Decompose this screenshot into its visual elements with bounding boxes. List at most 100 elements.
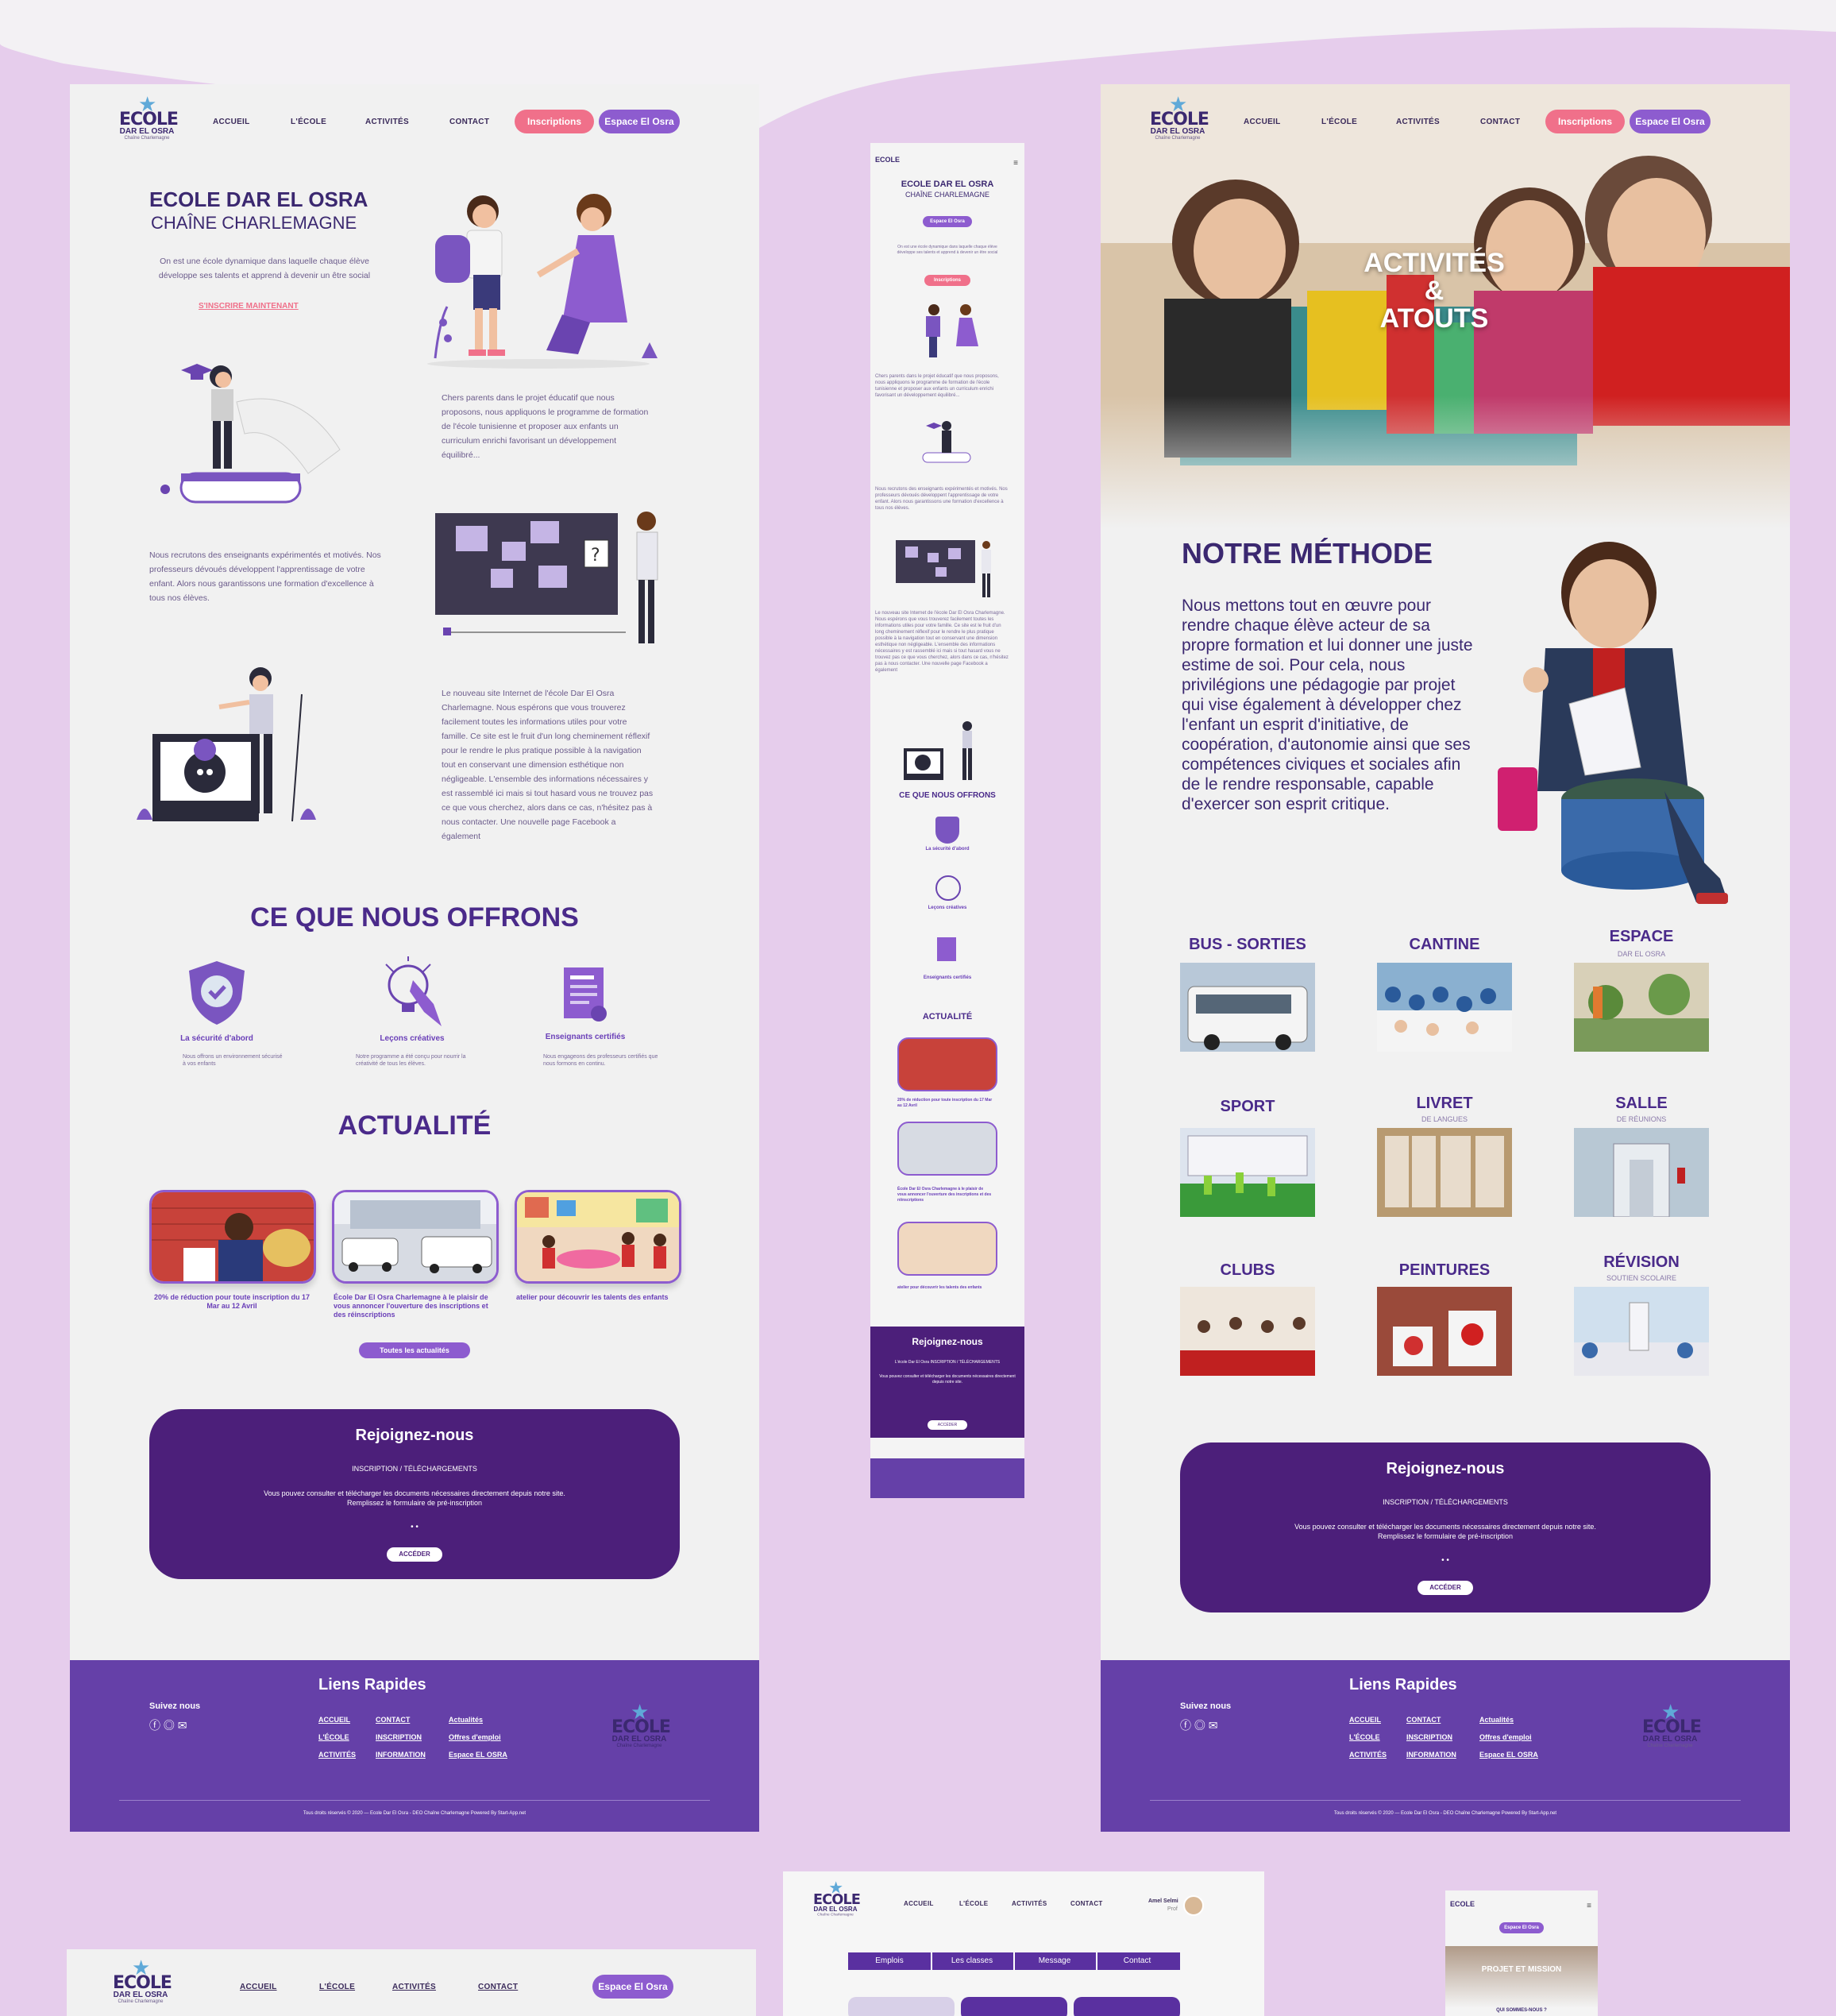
espace-button[interactable]: Espace El Osra [592, 1975, 673, 1999]
dashboard-card-3[interactable] [1074, 1997, 1180, 2016]
nav-ecole[interactable]: L'ÉCOLE [291, 118, 326, 126]
logo[interactable]: ★ ECOLE DAR EL OSRA Chaîne Charlemagne [119, 94, 179, 145]
nav-accueil[interactable]: ACCUEIL [213, 118, 250, 126]
facebook-icon[interactable]: ⓕ [149, 1719, 160, 1732]
instagram-icon[interactable]: ◎ [164, 1719, 175, 1732]
salle-photo[interactable] [1574, 1128, 1709, 1217]
tab-message[interactable]: Message [1013, 1952, 1097, 1970]
news-card-1[interactable] [149, 1190, 316, 1284]
nav-contact[interactable]: CONTACT [1070, 1900, 1103, 1907]
footer-link-inscription[interactable]: INSCRIPTION [1406, 1733, 1452, 1741]
footer-divider [1150, 1800, 1741, 1801]
nav-accueil[interactable]: ACCUEIL [904, 1900, 934, 1907]
user-avatar[interactable] [1183, 1895, 1204, 1916]
nav-activites[interactable]: ACTIVITÉS [1012, 1900, 1047, 1907]
nav-accueil[interactable]: ACCUEIL [240, 1983, 277, 1991]
footer-link-inscription[interactable]: INSCRIPTION [376, 1733, 422, 1741]
dashboard-card-1[interactable] [848, 1997, 955, 2016]
news-caption-2[interactable]: École Dar El Osra Charlemagne à le plais… [334, 1293, 496, 1319]
mobile-espace-button[interactable]: Espace El Osra [1499, 1922, 1544, 1933]
logo[interactable]: ★ ECOLE DAR EL OSRA Chaîne Charlemagne [1150, 94, 1209, 145]
mobile-news-caption-1[interactable]: 20% de réduction pour toute inscription … [897, 1098, 993, 1109]
logo[interactable]: ★ ECOLE DAR EL OSRA Chaîne Charlemagne [113, 1957, 172, 2008]
mail-icon[interactable]: ✉ [178, 1719, 187, 1732]
menu-icon[interactable]: ≡ [1013, 159, 1018, 168]
footer-link-ecole[interactable]: L'ÉCOLE [318, 1733, 349, 1741]
espace-button[interactable]: Espace El Osra [1630, 110, 1711, 133]
all-news-button[interactable]: Toutes les actualités [359, 1342, 470, 1358]
bus-photo[interactable] [1180, 963, 1315, 1052]
espace-photo[interactable] [1574, 963, 1709, 1052]
nav-activites[interactable]: ACTIVITÉS [392, 1983, 436, 1991]
news-card-3[interactable] [515, 1190, 681, 1284]
nav-contact[interactable]: CONTACT [449, 118, 489, 126]
dashboard-tabs: Emplois Les classes Message Contact [848, 1952, 1180, 1970]
join-access-button[interactable]: ACCÉDER [1418, 1581, 1473, 1595]
join-title: Rejoignez-nous [1386, 1460, 1505, 1477]
espace-button[interactable]: Espace El Osra [599, 110, 680, 133]
home-intro: On est une école dynamique dans laquelle… [158, 257, 371, 280]
footer-link-information[interactable]: INFORMATION [1406, 1751, 1456, 1759]
footer-link-contact[interactable]: CONTACT [376, 1716, 410, 1724]
facebook-icon[interactable]: ⓕ [1180, 1719, 1191, 1732]
inscriptions-button[interactable]: Inscriptions [515, 110, 594, 133]
peintures-photo[interactable] [1377, 1287, 1512, 1376]
nav-accueil[interactable]: ACCUEIL [1244, 118, 1281, 126]
tab-classes[interactable]: Les classes [931, 1952, 1015, 1970]
nav-ecole[interactable]: L'ÉCOLE [959, 1900, 988, 1907]
footer-link-contact[interactable]: CONTACT [1406, 1716, 1441, 1724]
footer-link-emploi[interactable]: Offres d'emploi [449, 1733, 501, 1741]
nav-activites[interactable]: ACTIVITÉS [1396, 118, 1440, 126]
news-caption-1[interactable]: 20% de réduction pour toute inscription … [152, 1293, 311, 1311]
dashboard-card-2[interactable] [961, 1997, 1067, 2016]
footer-link-activites[interactable]: ACTIVITÉS [318, 1751, 356, 1759]
carousel-dots[interactable]: • • [1180, 1556, 1711, 1565]
footer-logo[interactable]: ★ ECOLE DAR EL OSRA Chaîne Charlemagne [611, 1701, 671, 1752]
tab-emplois[interactable]: Emplois [848, 1952, 932, 1970]
follow-label: Suivez nous [1180, 1701, 1232, 1711]
mobile-news-title: ACTUALITÉ [922, 1012, 973, 1022]
mobile-news-caption-3[interactable]: atelier pour découvrir les talents des e… [897, 1285, 993, 1291]
menu-icon[interactable]: ≡ [1587, 1902, 1591, 1910]
mobile-news-caption-2[interactable]: École Dar El Osra Charlemagne à le plais… [897, 1187, 993, 1203]
news-card-2[interactable] [332, 1190, 499, 1284]
nav-ecole[interactable]: L'ÉCOLE [1321, 118, 1357, 126]
revision-photo[interactable] [1574, 1287, 1709, 1376]
carousel-dots[interactable]: • • [149, 1523, 680, 1531]
clubs-photo[interactable] [1180, 1287, 1315, 1376]
footer-link-actualites[interactable]: Actualités [1479, 1716, 1514, 1724]
instagram-icon[interactable]: ◎ [1194, 1719, 1205, 1732]
footer-link-ecole[interactable]: L'ÉCOLE [1349, 1733, 1380, 1741]
mobile-news-2[interactable] [897, 1122, 997, 1176]
news-caption-3[interactable]: atelier pour découvrir les talents des e… [516, 1293, 675, 1302]
footer-logo[interactable]: ★ ECOLE DAR EL OSRA Chaîne Charlemagne [1642, 1701, 1702, 1752]
mobile-news-3[interactable] [897, 1222, 997, 1276]
tab-contact[interactable]: Contact [1096, 1952, 1178, 1970]
inscriptions-button[interactable]: Inscriptions [1545, 110, 1625, 133]
footer-link-accueil[interactable]: ACCUEIL [1349, 1716, 1381, 1724]
footer-link-information[interactable]: INFORMATION [376, 1751, 426, 1759]
mail-icon[interactable]: ✉ [1209, 1719, 1218, 1732]
footer-link-emploi[interactable]: Offres d'emploi [1479, 1733, 1532, 1741]
mobile-inscriptions-button[interactable]: Inscriptions [924, 275, 970, 286]
footer-link-actualites[interactable]: Actualités [449, 1716, 483, 1724]
mobile-news-1[interactable] [897, 1037, 997, 1091]
nav-contact[interactable]: CONTACT [1480, 118, 1520, 126]
mobile-logo[interactable]: ECOLE [875, 156, 900, 164]
footer-link-espace[interactable]: Espace EL OSRA [1479, 1751, 1538, 1759]
sport-photo[interactable] [1180, 1128, 1315, 1217]
footer-link-accueil[interactable]: ACCUEIL [318, 1716, 350, 1724]
nav-ecole[interactable]: L'ÉCOLE [319, 1983, 355, 1991]
cantine-photo[interactable] [1377, 963, 1512, 1052]
join-access-button[interactable]: ACCÉDER [387, 1547, 442, 1562]
footer-link-espace[interactable]: Espace EL OSRA [449, 1751, 507, 1759]
mobile-logo[interactable]: ECOLE [1450, 1900, 1475, 1908]
livret-photo[interactable] [1377, 1128, 1512, 1217]
signup-link[interactable]: S'INSCRIRE MAINTENANT [199, 302, 299, 311]
nav-activites[interactable]: ACTIVITÉS [365, 118, 409, 126]
nav-contact[interactable]: CONTACT [478, 1983, 518, 1991]
mobile-join-button[interactable]: ACCÉDER [928, 1420, 967, 1430]
footer-link-activites[interactable]: ACTIVITÉS [1349, 1751, 1387, 1759]
mobile-espace-button[interactable]: Espace El Osra [923, 216, 972, 227]
logo[interactable]: ★ ECOLE DAR EL OSRA Chaîne Charlemagne [813, 1879, 861, 1920]
